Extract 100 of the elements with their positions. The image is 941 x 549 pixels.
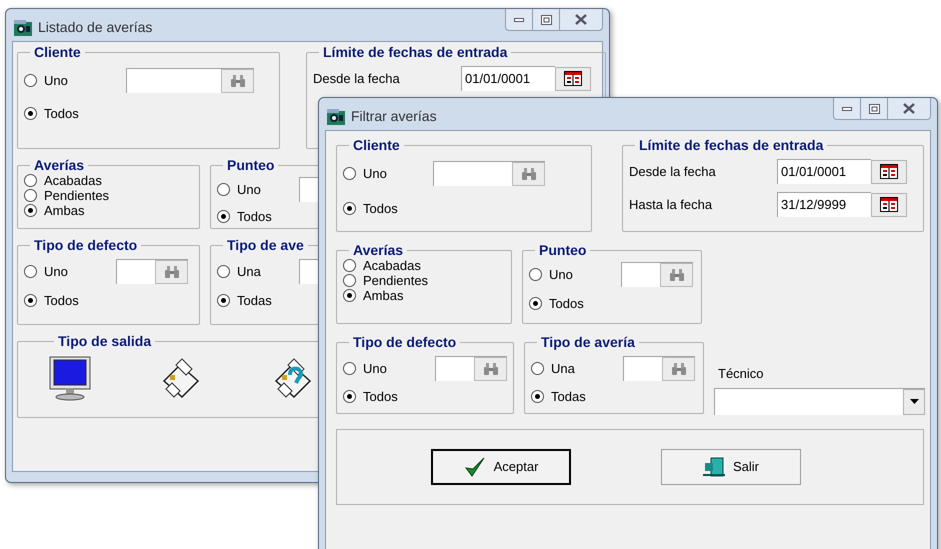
group-label: Cliente xyxy=(352,137,401,153)
maximize-icon xyxy=(540,14,552,24)
monitor-icon xyxy=(48,355,92,401)
calendar-button[interactable] xyxy=(871,192,907,216)
exit-door-icon xyxy=(702,456,725,476)
maximize-icon xyxy=(868,104,880,114)
search-button[interactable] xyxy=(221,69,254,93)
radio-label: Todas xyxy=(237,294,272,307)
lookup-field[interactable] xyxy=(126,68,254,93)
lookup-field[interactable] xyxy=(621,262,693,287)
field-label: Técnico xyxy=(718,365,765,383)
radio-button[interactable] xyxy=(531,362,544,375)
radio-label: Acabadas xyxy=(363,259,421,272)
calendar-button[interactable] xyxy=(555,66,591,90)
exit-button[interactable]: Salir xyxy=(661,448,801,484)
calendar-icon xyxy=(880,197,898,212)
search-button[interactable] xyxy=(660,263,693,287)
date-field[interactable]: 01/01/0001 xyxy=(461,66,555,91)
radio-label: Ambas xyxy=(363,289,404,302)
radio-label: Uno xyxy=(363,167,387,180)
radio-label: Pendientes xyxy=(44,189,110,202)
radio-button[interactable] xyxy=(24,74,37,87)
radio-button[interactable] xyxy=(531,390,544,403)
binoculars-icon xyxy=(482,363,498,375)
date-label: Hasta la fecha xyxy=(629,196,714,214)
lookup-field[interactable] xyxy=(116,259,188,284)
binoculars-icon xyxy=(520,168,536,180)
radio-button[interactable] xyxy=(217,183,230,196)
radio-label: Uno xyxy=(237,183,261,196)
lookup-field[interactable] xyxy=(433,161,545,186)
group-label: Averías xyxy=(33,157,86,173)
radio-label: Uno xyxy=(549,268,573,281)
checkmark-icon xyxy=(464,456,486,478)
group-label: Límite de fechas de entrada xyxy=(638,137,824,153)
binoculars-icon xyxy=(668,269,684,281)
radio-button[interactable] xyxy=(343,362,356,375)
radio-button[interactable] xyxy=(343,289,356,302)
radio-label: Todos xyxy=(237,210,272,223)
radio-label: Todos xyxy=(363,390,398,403)
radio-button[interactable] xyxy=(24,174,37,187)
radio-button[interactable] xyxy=(217,265,230,278)
group-label: Averías xyxy=(352,242,404,258)
radio-label: Todos xyxy=(549,297,584,310)
radio-label: Ambas xyxy=(44,204,84,217)
close-icon xyxy=(575,14,587,25)
group-label: Cliente xyxy=(33,44,82,60)
radio-button[interactable] xyxy=(24,294,37,307)
calendar-button[interactable] xyxy=(871,160,907,184)
window-title: Listado de averías xyxy=(38,18,152,37)
group-label: Punteo xyxy=(226,157,276,173)
radio-button[interactable] xyxy=(343,274,356,287)
window-title: Filtrar averías xyxy=(351,107,437,126)
search-button[interactable] xyxy=(474,357,507,381)
radio-label: Una xyxy=(237,265,261,278)
accept-button[interactable]: Aceptar xyxy=(431,448,571,484)
minimize-icon xyxy=(842,106,852,110)
search-button[interactable] xyxy=(155,260,188,284)
app-icon xyxy=(327,108,345,124)
group-label: Punteo xyxy=(538,242,588,258)
radio-button[interactable] xyxy=(343,390,356,403)
group-label: Límite de fechas de entrada xyxy=(322,44,508,60)
group-label: Tipo de defecto xyxy=(352,334,458,350)
search-button[interactable] xyxy=(662,357,695,381)
technician-dropdown[interactable] xyxy=(714,388,925,414)
radio-label: Todos xyxy=(363,202,398,215)
radio-label: Todos xyxy=(44,294,79,307)
radio-label: Una xyxy=(551,362,575,375)
search-button[interactable] xyxy=(512,162,545,186)
radio-label: Todos xyxy=(44,107,79,120)
calendar-icon xyxy=(564,71,582,86)
radio-label: Acabadas xyxy=(44,174,102,187)
radio-button[interactable] xyxy=(343,167,356,180)
radio-button[interactable] xyxy=(529,268,542,281)
radio-button[interactable] xyxy=(343,259,356,272)
group-label: Tipo de defecto xyxy=(33,237,138,253)
radio-label: Uno xyxy=(44,265,68,278)
lookup-field[interactable] xyxy=(435,356,507,381)
date-field[interactable]: 31/12/9999 xyxy=(777,192,871,217)
group-label: Tipo de avería xyxy=(540,334,636,350)
radio-button[interactable] xyxy=(217,210,230,223)
radio-label: Todas xyxy=(551,390,586,403)
binoculars-icon xyxy=(670,363,686,375)
app-icon xyxy=(14,20,32,36)
radio-label: Pendientes xyxy=(363,274,428,287)
radio-label: Uno xyxy=(363,362,387,375)
date-label: Desde la fecha xyxy=(313,70,401,88)
calendar-icon xyxy=(880,164,898,179)
radio-button[interactable] xyxy=(24,204,37,217)
binoculars-icon xyxy=(164,266,180,278)
group-label: Tipo de ave xyxy=(226,237,305,253)
radio-button[interactable] xyxy=(217,294,230,307)
radio-button[interactable] xyxy=(24,107,37,120)
date-field[interactable]: 01/01/0001 xyxy=(777,159,871,184)
radio-button[interactable] xyxy=(343,202,356,215)
lookup-field[interactable] xyxy=(623,356,695,381)
group-label: Tipo de salida xyxy=(57,333,152,349)
radio-button[interactable] xyxy=(24,189,37,202)
radio-button[interactable] xyxy=(24,265,37,278)
radio-button[interactable] xyxy=(529,297,542,310)
radio-label: Uno xyxy=(44,74,68,87)
